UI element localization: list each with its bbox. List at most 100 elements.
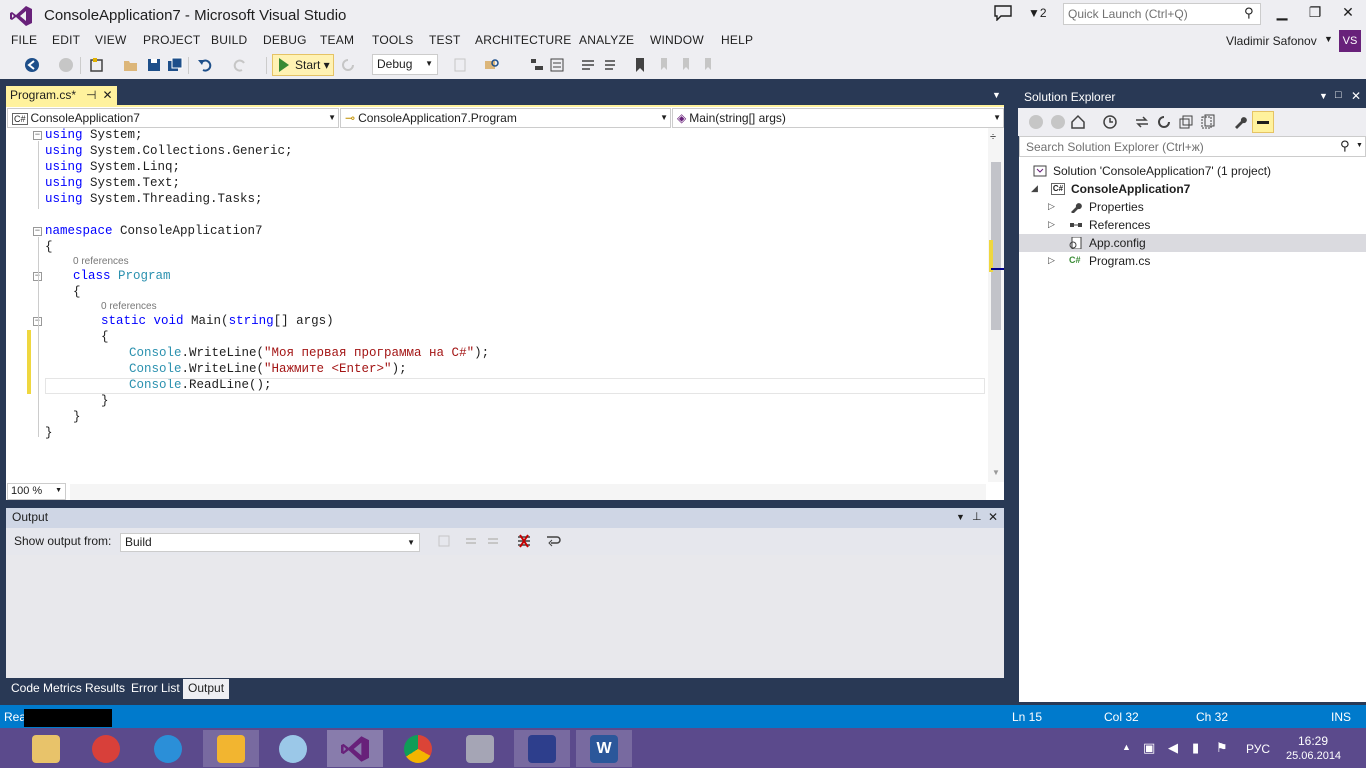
solution-explorer-search-input[interactable]: Search Solution Explorer (Ctrl+ж)	[1019, 136, 1366, 157]
project-navigation-dropdown[interactable]: C# ConsoleApplication7 ▼	[7, 108, 339, 128]
taskbar-chrome[interactable]	[390, 730, 446, 767]
menu-file[interactable]: FILE	[11, 33, 37, 47]
type-navigation-dropdown[interactable]: ⊸ ConsoleApplication7.Program ▼	[340, 108, 671, 128]
collapsed-arrow-icon[interactable]: ▷	[1048, 255, 1055, 266]
minimize-button[interactable]: ▁	[1268, 4, 1296, 24]
panel-menu-chevron-icon[interactable]: ▼	[1319, 91, 1328, 101]
tab-overflow-chevron-icon[interactable]: ▼	[992, 90, 1001, 100]
pin-icon[interactable]: ⊣	[86, 88, 96, 102]
menu-debug[interactable]: DEBUG	[263, 33, 307, 47]
taskbar-server-tool[interactable]	[452, 730, 508, 767]
collapse-icon[interactable]: −	[33, 131, 42, 140]
redo-icon[interactable]	[232, 57, 248, 73]
collapsed-arrow-icon[interactable]: ▷	[1048, 219, 1055, 230]
menu-view[interactable]: VIEW	[95, 33, 126, 47]
tab-output[interactable]: Output	[183, 679, 230, 699]
taskbar-internet-explorer[interactable]	[140, 730, 196, 767]
restore-button[interactable]: ❐	[1301, 4, 1329, 24]
output-source-select[interactable]: Build ▼	[120, 533, 420, 552]
split-window-icon[interactable]: ÷	[990, 131, 996, 143]
action-center-icon[interactable]: ⚑	[1216, 740, 1228, 756]
tab-program-cs[interactable]: Program.cs* ⊣ ✕	[6, 86, 117, 105]
member-navigation-dropdown[interactable]: ◈ Main(string[] args) ▼	[672, 108, 1004, 128]
menu-tools[interactable]: TOOLS	[372, 33, 413, 47]
tree-item-references[interactable]: ▷ References	[1019, 216, 1366, 234]
tab-error-list[interactable]: Error List	[126, 679, 185, 699]
next-message-icon[interactable]	[485, 533, 501, 549]
feedback-flag-icon[interactable]: ▼2	[1028, 6, 1047, 20]
back-icon[interactable]	[1028, 114, 1044, 130]
collapse-all-icon[interactable]	[1178, 114, 1194, 130]
find-message-icon[interactable]	[436, 533, 452, 549]
menu-project[interactable]: PROJECT	[143, 33, 200, 47]
bookmark-icon[interactable]	[632, 57, 648, 73]
collapsed-arrow-icon[interactable]: ▷	[1048, 201, 1055, 212]
codelens-references[interactable]: 0 references	[73, 256, 129, 267]
pin-icon[interactable]: ⊥	[972, 510, 982, 523]
new-project-icon[interactable]	[89, 57, 105, 73]
pending-changes-filter-icon[interactable]	[1102, 114, 1118, 130]
uncomment-icon[interactable]	[601, 57, 617, 73]
solution-explorer-toolbar-icon[interactable]	[529, 57, 545, 73]
taskbar-outlook[interactable]	[203, 730, 259, 767]
taskbar-word[interactable]: W	[576, 730, 632, 767]
chevron-down-icon[interactable]: ▼	[1324, 34, 1333, 44]
menu-build[interactable]: BUILD	[211, 33, 247, 47]
close-icon[interactable]: ✕	[988, 510, 998, 524]
maximize-panel-icon[interactable]: □	[1335, 89, 1342, 101]
taskbar-save-tool[interactable]	[514, 730, 570, 767]
refresh-icon[interactable]	[340, 57, 356, 73]
quick-launch-input[interactable]: Quick Launch (Ctrl+Q)	[1063, 3, 1261, 25]
battery-icon[interactable]: ▣	[1143, 740, 1155, 756]
editor-horizontal-scrollbar[interactable]	[70, 484, 986, 500]
undo-icon[interactable]	[197, 57, 213, 73]
scroll-down-icon[interactable]: ▼	[992, 468, 1000, 477]
close-tab-icon[interactable]: ✕	[102, 88, 112, 102]
search-icon[interactable]: ⚲	[1244, 5, 1254, 21]
collapse-icon[interactable]: −	[33, 227, 42, 236]
codelens-references[interactable]: 0 references	[101, 301, 157, 312]
clear-all-icon[interactable]	[516, 533, 532, 549]
navigate-forward-icon[interactable]	[58, 57, 74, 73]
clock-date[interactable]: 25.06.2014	[1286, 750, 1341, 762]
tab-code-metrics-results[interactable]: Code Metrics Results	[6, 679, 130, 699]
properties-window-icon[interactable]	[549, 57, 565, 73]
tree-item-properties[interactable]: ▷ Properties	[1019, 198, 1366, 216]
navigate-back-icon[interactable]	[24, 57, 40, 73]
home-icon[interactable]	[1070, 114, 1086, 130]
taskbar-app-2[interactable]	[78, 730, 134, 767]
show-all-files-icon[interactable]	[1200, 114, 1216, 130]
clock-time[interactable]: 16:29	[1298, 734, 1328, 748]
taskbar-visual-studio[interactable]	[327, 730, 383, 767]
clear-bookmarks-icon[interactable]	[699, 57, 715, 73]
save-all-icon[interactable]	[167, 57, 183, 73]
search-icon[interactable]: ⚲	[1340, 138, 1350, 154]
close-window-button[interactable]: ✕	[1334, 4, 1362, 24]
volume-icon[interactable]: ◀	[1168, 740, 1178, 756]
previous-message-icon[interactable]	[463, 533, 479, 549]
zoom-level-select[interactable]: 100 % ▼	[7, 483, 66, 500]
tree-item-solution[interactable]: Solution 'ConsoleApplication7' (1 projec…	[1019, 162, 1366, 180]
avatar[interactable]: VS	[1339, 30, 1361, 52]
wrench-icon[interactable]	[1232, 114, 1248, 130]
sync-icon[interactable]	[1134, 114, 1150, 130]
comment-out-icon[interactable]	[580, 57, 596, 73]
refresh-icon[interactable]	[1156, 114, 1172, 130]
taskbar-paint[interactable]	[265, 730, 321, 767]
menu-help[interactable]: HELP	[721, 33, 753, 47]
menu-edit[interactable]: EDIT	[52, 33, 80, 47]
network-icon[interactable]: ▮	[1192, 740, 1199, 756]
tree-item-app-config[interactable]: App.config	[1019, 234, 1366, 252]
notification-icon[interactable]	[994, 5, 1012, 21]
open-file-icon[interactable]	[123, 57, 139, 73]
code-text-area[interactable]: − − − − using System; using System.Colle…	[8, 128, 986, 482]
expanded-arrow-icon[interactable]: ◢	[1031, 183, 1038, 194]
tree-item-project[interactable]: ◢ C# ConsoleApplication7	[1019, 180, 1366, 198]
taskbar-explorer[interactable]	[18, 730, 74, 767]
solution-configuration-select[interactable]: Debug ▼	[372, 54, 438, 75]
output-text-area[interactable]	[6, 555, 1004, 678]
user-name[interactable]: Vladimir Safonov	[1226, 34, 1317, 48]
panel-menu-chevron-icon[interactable]: ▼	[956, 512, 965, 522]
next-bookmark-icon[interactable]	[677, 57, 693, 73]
find-in-files-icon[interactable]	[484, 57, 500, 73]
